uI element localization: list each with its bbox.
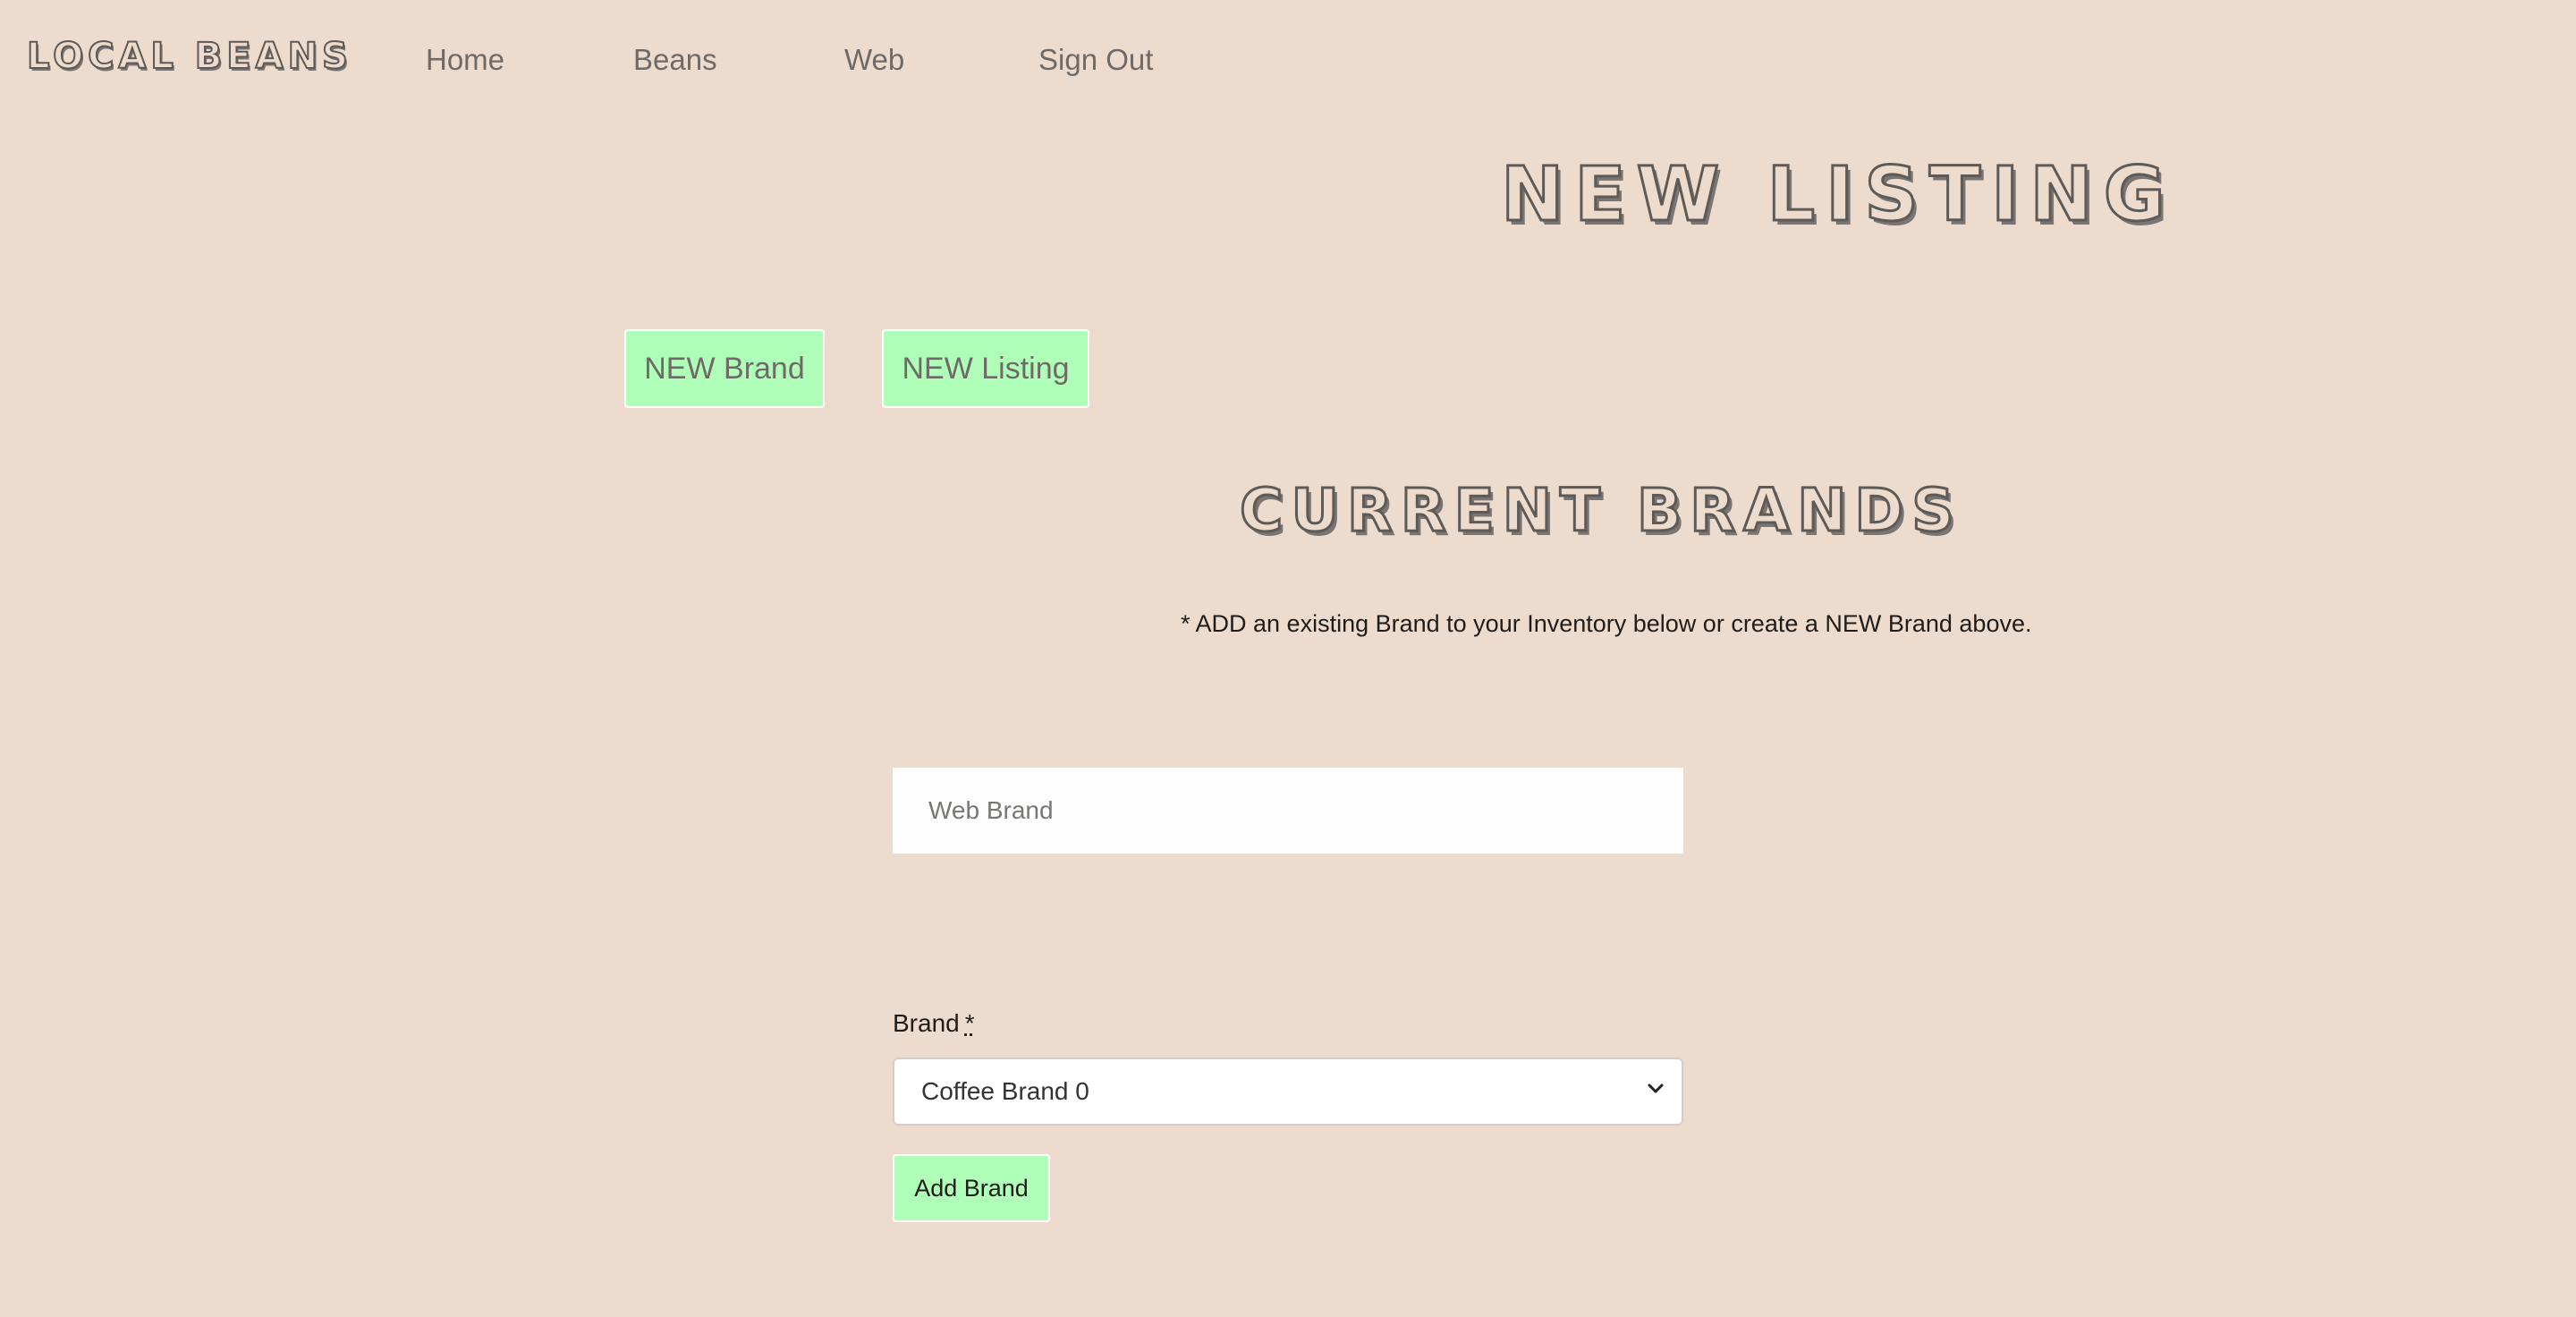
- required-marker: *: [964, 1009, 975, 1037]
- current-brands-heading: CURRENT BRANDS: [1239, 475, 1962, 547]
- web-brand-input[interactable]: [893, 768, 1683, 854]
- brand-select[interactable]: Coffee Brand 0: [893, 1058, 1683, 1126]
- nav-sign-out-link[interactable]: Sign Out: [1038, 43, 1153, 77]
- new-listing-button[interactable]: NEW Listing: [882, 329, 1089, 408]
- instructions-text: * ADD an existing Brand to your Inventor…: [1181, 610, 2032, 637]
- nav-web-link[interactable]: Web: [844, 43, 904, 77]
- add-brand-button[interactable]: Add Brand: [893, 1154, 1050, 1222]
- brand-label: Brand *: [893, 1009, 975, 1038]
- nav-beans-link[interactable]: Beans: [633, 43, 717, 77]
- logo[interactable]: LOCAL BEANS: [26, 35, 352, 78]
- brand-label-text: Brand: [893, 1009, 960, 1037]
- new-brand-button[interactable]: NEW Brand: [624, 329, 825, 408]
- brand-select-value: Coffee Brand 0: [921, 1077, 1089, 1105]
- page-title: NEW LISTING: [1500, 149, 2176, 240]
- chevron-down-icon: [1648, 1083, 1664, 1093]
- nav-home-link[interactable]: Home: [426, 43, 504, 77]
